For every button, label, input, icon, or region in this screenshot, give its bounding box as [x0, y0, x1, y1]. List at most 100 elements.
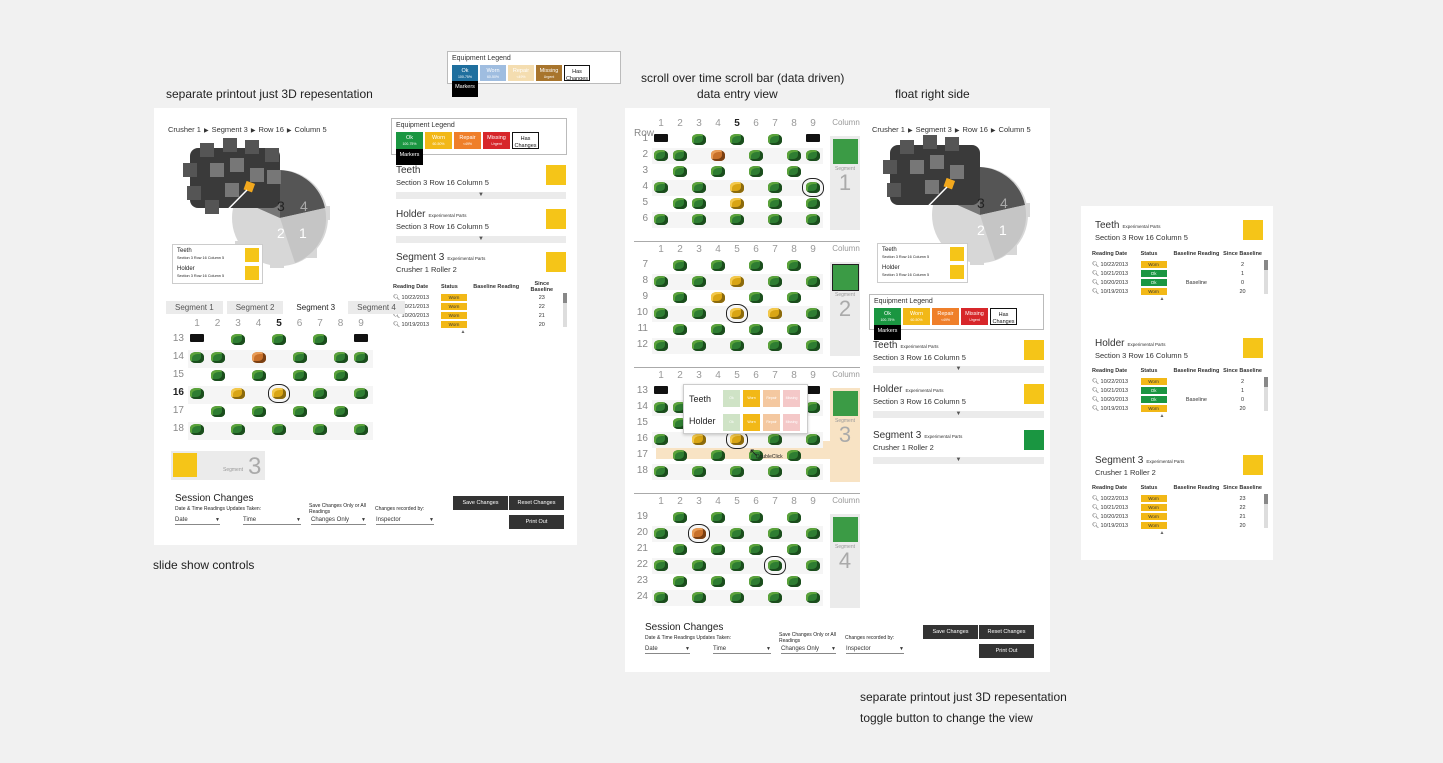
tooth-icon[interactable] [673, 198, 687, 209]
tooth-icon[interactable] [210, 370, 225, 381]
scrollbar[interactable] [1264, 494, 1268, 528]
table-row[interactable]: 🔍︎ 10/22/2013 Worn 2 [1092, 260, 1262, 269]
tooth-icon[interactable] [210, 352, 225, 363]
table-row[interactable]: 🔍︎ 10/21/2013 Ok 1 [1092, 269, 1262, 278]
tooth-icon[interactable] [711, 512, 725, 523]
tooth-icon[interactable] [806, 214, 820, 225]
tooth-icon[interactable] [787, 512, 801, 523]
date-dropdown[interactable]: Date [645, 644, 690, 654]
save-changes-button[interactable]: Save Changes [453, 496, 508, 510]
tab-segment-1[interactable]: Segment 1 [166, 301, 223, 314]
segment-indicator[interactable]: Segment 4 [830, 514, 860, 608]
tooth-icon[interactable] [749, 150, 763, 161]
collapse-icon[interactable]: ▲ [393, 329, 533, 335]
scrollbar[interactable] [1264, 260, 1268, 294]
tooth-icon[interactable] [806, 340, 820, 351]
table-row[interactable]: 🔍︎ 10/20/2013 Ok Baseline 0 [1092, 278, 1262, 287]
tooth-icon[interactable] [272, 334, 286, 345]
tooth-icon[interactable] [292, 352, 307, 363]
tooth-icon[interactable] [806, 434, 820, 445]
status-option[interactable]: Worn [743, 390, 760, 407]
tooth-icon[interactable] [692, 340, 706, 351]
tooth-icon[interactable] [768, 528, 782, 539]
tooth-icon[interactable] [711, 166, 725, 177]
teeth-card[interactable]: Teeth Section 3 Row 16 Column 5 ▼ [396, 165, 566, 199]
tooth-icon[interactable] [806, 308, 820, 319]
tooth-icon[interactable] [673, 260, 687, 271]
tooth-icon[interactable] [787, 150, 801, 161]
tooth-icon[interactable] [768, 592, 782, 603]
tooth-icon[interactable] [231, 388, 245, 399]
holder-card[interactable]: Holder Experimental Parts Section 3 Row 1… [1095, 338, 1263, 362]
table-row[interactable]: 🔍︎ 10/21/2013 Worn 22 [393, 302, 561, 311]
expand-toggle[interactable]: ▼ [873, 411, 1044, 418]
tooth-icon[interactable] [730, 592, 744, 603]
tooth-icon[interactable] [711, 260, 725, 271]
tooth-icon[interactable] [806, 592, 820, 603]
save-mode-dropdown[interactable]: Changes Only [311, 515, 366, 525]
inspector-dropdown[interactable]: Inspector [376, 515, 434, 525]
tooth-icon[interactable] [673, 324, 687, 335]
save-changes-button[interactable]: Save Changes [923, 625, 978, 639]
tooth-icon[interactable] [692, 308, 706, 319]
tooth-icon[interactable] [272, 424, 286, 435]
tooth-icon[interactable] [768, 434, 782, 445]
tooth-icon[interactable] [806, 528, 820, 539]
holder-card[interactable]: Holder Experimental Parts Section 3 Row 1… [396, 209, 566, 243]
tooth-icon[interactable] [692, 434, 706, 445]
tooth-icon[interactable] [654, 466, 668, 477]
tooth-icon[interactable] [749, 324, 763, 335]
tooth-icon[interactable] [726, 304, 748, 323]
tooth-icon[interactable] [730, 182, 744, 193]
collapse-icon[interactable]: ▲ [1092, 530, 1232, 536]
tooth-icon[interactable] [251, 352, 266, 363]
tooth-icon[interactable] [654, 182, 668, 193]
tooth-icon[interactable] [768, 134, 782, 145]
tooth-icon[interactable] [231, 334, 245, 345]
segment-indicator[interactable]: Segment 1 [830, 136, 860, 230]
tooth-icon[interactable] [787, 260, 801, 271]
tooth-icon[interactable] [673, 166, 687, 177]
reset-changes-button[interactable]: Reset Changes [979, 625, 1034, 639]
tooth-icon[interactable] [726, 430, 748, 449]
table-row[interactable]: 🔍︎ 10/19/2013 Worn 20 [1092, 404, 1262, 413]
tooth-icon[interactable] [654, 386, 668, 394]
tooth-icon[interactable] [654, 402, 668, 413]
tooth-icon[interactable] [806, 276, 820, 287]
tooth-icon[interactable] [730, 528, 744, 539]
time-dropdown[interactable]: Time [243, 515, 301, 525]
tooth-icon[interactable] [806, 466, 820, 477]
expand-toggle[interactable]: ▼ [396, 236, 566, 243]
tooth-icon[interactable] [787, 450, 801, 461]
tooth-icon[interactable] [768, 214, 782, 225]
scrollbar[interactable] [1264, 377, 1268, 411]
status-option[interactable]: Repair [763, 414, 780, 431]
segment-indicator[interactable]: Segment 2 [830, 262, 860, 356]
tooth-icon[interactable] [354, 388, 368, 399]
tooth-icon[interactable] [654, 528, 668, 539]
tooth-icon[interactable] [787, 576, 801, 587]
tooth-icon[interactable] [692, 592, 706, 603]
tab-segment-3[interactable]: Segment 3 [287, 301, 345, 314]
expand-toggle[interactable]: ▼ [873, 366, 1044, 373]
tooth-icon[interactable] [806, 402, 820, 413]
tooth-icon[interactable] [190, 334, 204, 342]
tooth-icon[interactable] [711, 544, 725, 555]
tooth-icon[interactable] [806, 150, 820, 161]
reset-changes-button[interactable]: Reset Changes [509, 496, 564, 510]
tooth-icon[interactable] [190, 424, 204, 435]
table-row[interactable]: 🔍︎ 10/22/2013 Worn 23 [393, 293, 561, 302]
tooth-icon[interactable] [711, 292, 725, 303]
segment-indicator[interactable]: Segment 3 [830, 388, 860, 482]
tooth-icon[interactable] [688, 524, 710, 543]
tooth-icon[interactable] [768, 182, 782, 193]
tooth-icon[interactable] [210, 406, 225, 417]
tooth-icon[interactable] [333, 370, 348, 381]
print-out-button[interactable]: Print Out [979, 644, 1034, 658]
tooth-icon[interactable] [292, 406, 307, 417]
status-option[interactable]: Missing [783, 390, 800, 407]
tooth-icon[interactable] [711, 576, 725, 587]
tooth-icon[interactable] [730, 134, 744, 145]
tooth-icon[interactable] [711, 324, 725, 335]
tooth-icon[interactable] [730, 214, 744, 225]
